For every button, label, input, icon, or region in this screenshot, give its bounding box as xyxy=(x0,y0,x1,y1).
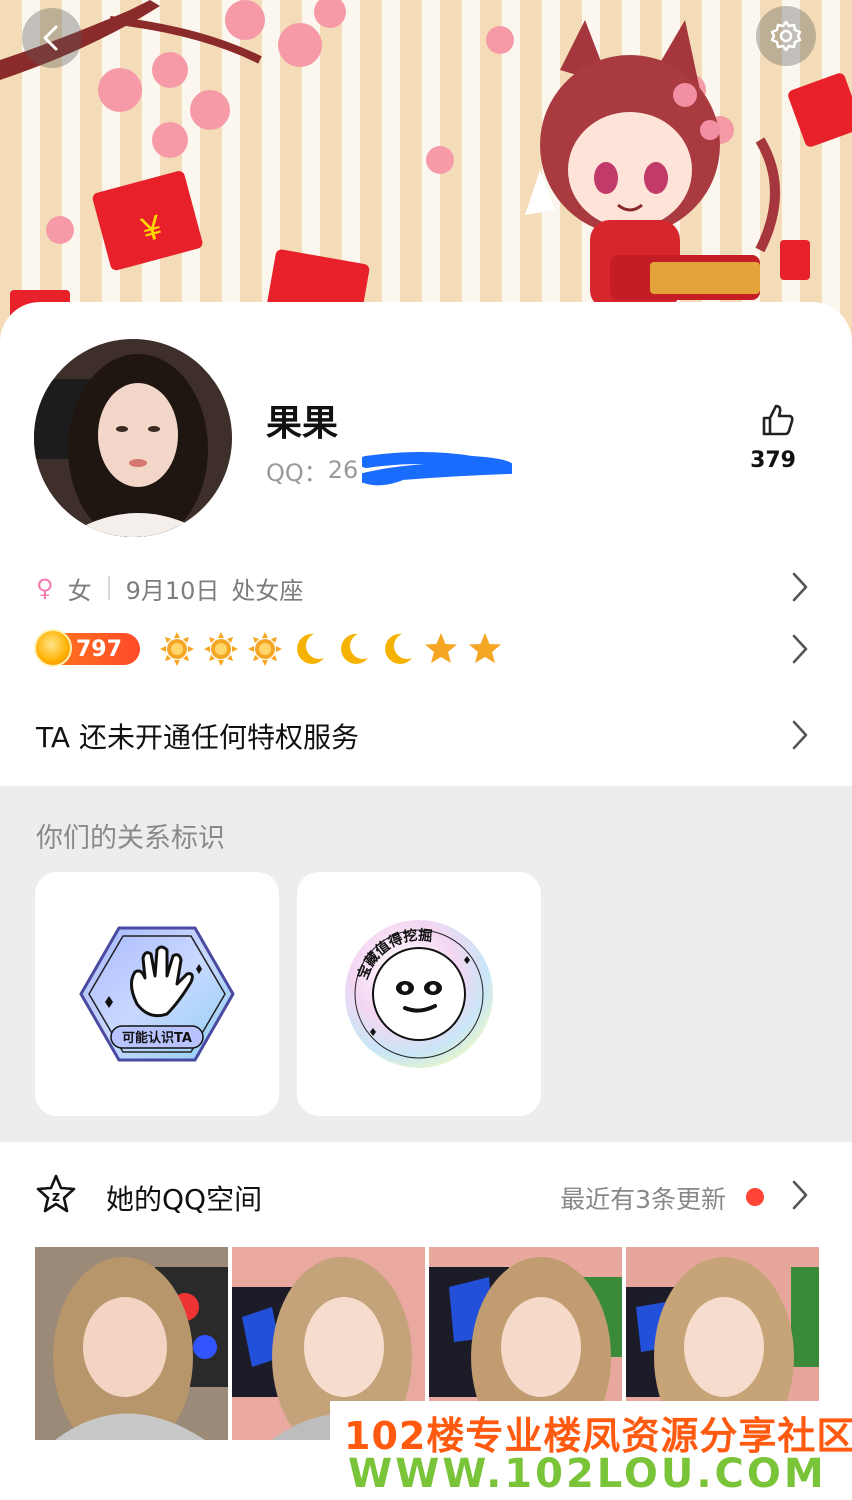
watermark: 102楼专业楼凤资源分享社区 WWW.102LOU.COM xyxy=(330,1401,852,1500)
profile-card: 果果 QQ： 26 379 ♀ 女 9月10日 处女座 797 TA 还未开通任… xyxy=(0,302,852,786)
photo-image xyxy=(35,1247,228,1440)
level-coin-icon xyxy=(34,629,72,667)
qq-visible-digits: 26 xyxy=(327,456,359,484)
waving-hand-icon: 可能认识TA xyxy=(79,926,235,1062)
star-icon xyxy=(469,633,501,663)
relation-section-title: 你们的关系标识 xyxy=(36,823,225,854)
qzone-photo[interactable] xyxy=(35,1247,228,1440)
gear-icon xyxy=(770,20,802,52)
moon-icon xyxy=(341,633,368,664)
qq-number: QQ： 26 xyxy=(266,452,513,488)
sun-icon xyxy=(160,632,194,666)
sun-icon xyxy=(204,632,238,666)
chevron-right-icon[interactable] xyxy=(790,570,810,604)
nickname: 果果 xyxy=(266,403,339,444)
thumbs-up-icon xyxy=(762,404,794,436)
privilege-row[interactable]: TA 还未开通任何特权服务 xyxy=(36,716,359,756)
qq-prefix: QQ： xyxy=(266,458,328,487)
relation-tag-may-know[interactable]: 可能认识TA xyxy=(35,872,279,1116)
treasure-face-icon: 宝藏值得挖掘 xyxy=(345,920,493,1068)
redaction-scribble xyxy=(362,452,513,486)
birthday-label: 9月10日 xyxy=(125,576,220,605)
chevron-right-icon[interactable] xyxy=(790,1178,810,1212)
gender-label: 女 xyxy=(67,576,92,605)
level-icons xyxy=(158,630,504,668)
chevron-left-icon xyxy=(43,25,58,51)
divider xyxy=(107,576,110,600)
moon-icon xyxy=(385,633,412,664)
banner-illustration: ¥ xyxy=(0,0,852,334)
profile-banner: ¥ xyxy=(0,0,852,340)
svg-text:z: z xyxy=(52,1189,60,1205)
unread-dot xyxy=(746,1188,764,1206)
level-number: 797 xyxy=(76,636,122,662)
qq-level-row[interactable]: 797 xyxy=(34,629,504,669)
basic-info-row[interactable]: ♀ 女 9月10日 处女座 xyxy=(36,568,816,608)
watermark-line2: WWW.102LOU.COM xyxy=(348,1451,827,1497)
chevron-right-icon[interactable] xyxy=(790,718,810,752)
moon-icon xyxy=(297,633,324,664)
tag-label: 可能认识TA xyxy=(122,1030,192,1046)
relation-tag-treasure[interactable]: 宝藏值得挖掘 xyxy=(297,872,541,1116)
female-icon: ♀ xyxy=(36,574,54,602)
settings-button[interactable] xyxy=(756,6,816,66)
zodiac-label: 处女座 xyxy=(231,576,304,605)
avatar[interactable] xyxy=(34,339,232,537)
like-button[interactable] xyxy=(756,402,800,442)
star-icon xyxy=(425,633,457,663)
qzone-title: 她的QQ空间 xyxy=(106,1183,263,1216)
level-badge: 797 xyxy=(34,629,140,667)
like-count: 379 xyxy=(750,448,796,473)
sun-icon xyxy=(248,632,282,666)
chevron-right-icon[interactable] xyxy=(790,632,810,666)
qzone-update-text: 最近有3条更新 xyxy=(560,1185,726,1214)
qzone-star-icon: z xyxy=(36,1174,76,1213)
avatar-photo xyxy=(34,339,232,537)
back-button[interactable] xyxy=(22,8,82,68)
